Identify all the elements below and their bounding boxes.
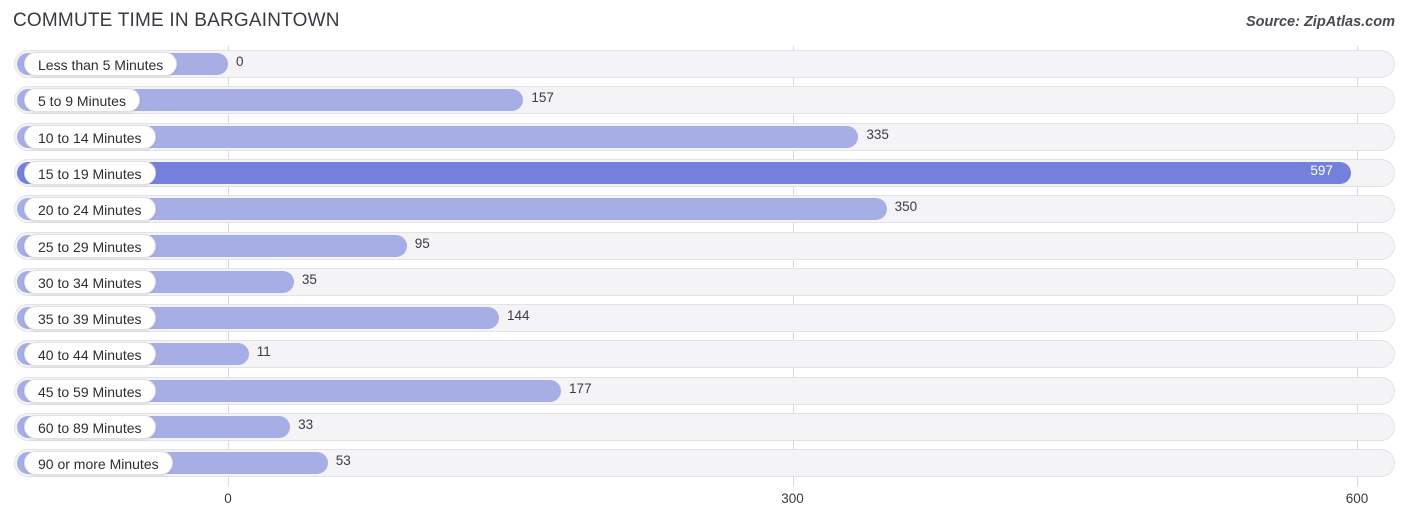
chart-row[interactable]: 0 Less than 5 Minutes (14, 50, 1395, 78)
bar-value-label: 597 (1310, 162, 1333, 178)
chart-plot-area: 0 Less than 5 Minutes 157 5 to 9 Minutes 335… (0, 46, 1406, 486)
category-label: 30 to 34 Minutes (24, 269, 156, 294)
chart-row[interactable]: 95 25 to 29 Minutes (14, 231, 1395, 260)
chart-row[interactable]: 35 30 to 34 Minutes (14, 267, 1395, 296)
category-label: 15 to 19 Minutes (24, 160, 156, 185)
bar-value-label: 95 (414, 235, 430, 251)
category-label: 60 to 89 Minutes (24, 415, 156, 439)
bar-value-label: 144 (506, 308, 530, 324)
x-tick-label: 300 (781, 491, 804, 506)
category-label: 5 to 9 Minutes (24, 88, 140, 113)
bar-value-label: 53 (335, 453, 351, 469)
category-label: 25 to 29 Minutes (24, 233, 156, 258)
category-label: Less than 5 Minutes (24, 52, 178, 76)
value-bar[interactable] (17, 161, 1352, 184)
category-label: 35 to 39 Minutes (24, 306, 156, 331)
bar-value-label: 0 (236, 54, 244, 69)
bar-value-label: 35 (301, 271, 317, 287)
source-attribution: Source: ZipAtlas.com (1245, 14, 1395, 30)
category-label: 45 to 59 Minutes (24, 378, 156, 403)
bar-value-label: 157 (531, 90, 554, 106)
bar-value-label: 177 (569, 380, 592, 396)
page-title: COMMUTE TIME IN BARGAINTOWN (13, 10, 340, 31)
bar-value-label: 350 (894, 199, 918, 215)
category-label: 40 to 44 Minutes (24, 342, 156, 367)
x-tick-label: 0 (224, 491, 232, 506)
chart-row[interactable]: 335 10 to 14 Minutes (14, 122, 1395, 151)
chart-row[interactable]: 350 20 to 24 Minutes (14, 195, 1395, 224)
bar-value-label: 11 (256, 344, 271, 360)
category-label: 90 or more Minutes (24, 451, 173, 476)
chart-row[interactable]: 177 45 to 59 Minutes (14, 376, 1395, 405)
chart-row[interactable]: 597 15 to 19 Minutes (14, 158, 1395, 187)
x-axis: 0 300 600 (0, 486, 1406, 523)
category-label: 20 to 24 Minutes (24, 197, 156, 222)
x-tick-label: 600 (1345, 491, 1369, 506)
chart-row[interactable]: 157 5 to 9 Minutes (14, 86, 1395, 115)
chart-row[interactable]: 33 60 to 89 Minutes (14, 413, 1395, 441)
chart-header: COMMUTE TIME IN BARGAINTOWN Source: ZipA… (0, 0, 1406, 46)
bar-value-label: 33 (298, 417, 314, 432)
bar-value-label: 335 (866, 126, 889, 142)
chart-row[interactable]: 144 35 to 39 Minutes (14, 304, 1395, 333)
category-label: 10 to 14 Minutes (24, 124, 156, 149)
chart-row[interactable]: 11 40 to 44 Minutes (14, 340, 1395, 369)
chart-row[interactable]: 53 90 or more Minutes (14, 449, 1395, 478)
